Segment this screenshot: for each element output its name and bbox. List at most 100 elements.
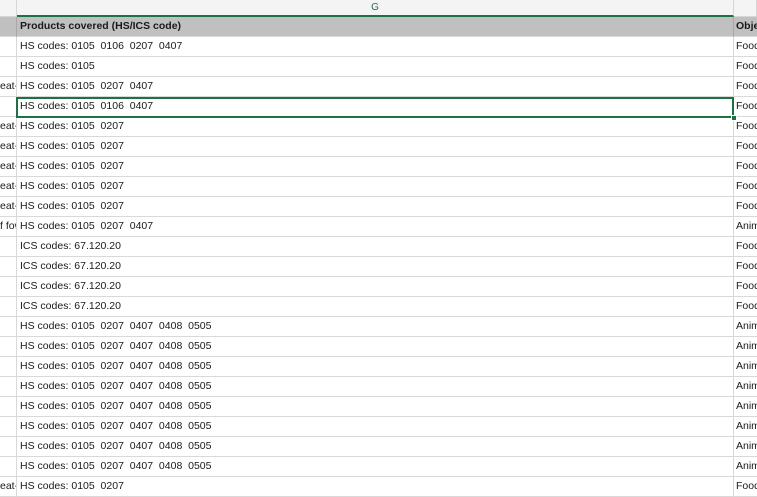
cell-products-covered[interactable]: HS codes: 0105 0207 0407 0408 0505 [17, 457, 734, 477]
cell-left-truncated[interactable] [0, 297, 17, 317]
cell-products-covered[interactable]: ICS codes: 67.120.20 [17, 257, 734, 277]
cell-products-covered[interactable]: HS codes: 0105 0207 0407 [17, 77, 734, 97]
cell-left-truncated[interactable]: f fow [0, 217, 17, 237]
cell-objective[interactable]: Anim [734, 417, 757, 437]
cell-objective[interactable]: Food [734, 37, 757, 57]
cell-products-covered[interactable]: HS codes: 0105 0207 0407 0408 0505 [17, 357, 734, 377]
cell-objective[interactable]: Food [734, 57, 757, 77]
cell-products-covered[interactable]: HS codes: 0105 0207 0407 0408 0505 [17, 437, 734, 457]
column-header-previous[interactable] [0, 0, 17, 17]
cell-products-covered[interactable]: HS codes: 0105 0207 0407 0408 0505 [17, 417, 734, 437]
cell-objective[interactable]: Food [734, 157, 757, 177]
cell-objective[interactable]: Anim [734, 457, 757, 477]
cell-products-covered[interactable]: HS codes: 0105 0207 0407 [17, 217, 734, 237]
cell-left-truncated[interactable] [0, 417, 17, 437]
cell-left-truncated[interactable] [0, 437, 17, 457]
table-row: HS codes: 0105Food [0, 57, 757, 77]
cell-products-covered[interactable]: HS codes: 0105 0207 0407 0408 0505 [17, 337, 734, 357]
cell-objective[interactable]: Anim [734, 437, 757, 457]
table-row: ICS codes: 67.120.20Food [0, 297, 757, 317]
cell-products-covered[interactable]: HS codes: 0105 0207 [17, 117, 734, 137]
cell-products-covered[interactable]: HS codes: 0105 0106 0407 [17, 97, 734, 117]
cell-objective[interactable]: Anim [734, 397, 757, 417]
column-header-next[interactable] [734, 0, 757, 17]
cell-objective[interactable]: Food [734, 277, 757, 297]
table-row: eat-tyHS codes: 0105 0207 0407Food [0, 77, 757, 97]
cell-objective[interactable]: Anim [734, 377, 757, 397]
cell-objective[interactable]: Anim [734, 337, 757, 357]
cell-left-truncated[interactable] [0, 257, 17, 277]
cell-left-truncated[interactable]: eat-ty [0, 117, 17, 137]
cell-products-covered[interactable]: ICS codes: 67.120.20 [17, 237, 734, 257]
header-cell-left[interactable] [0, 17, 17, 37]
table-row: eat-tyHS codes: 0105 0207Food [0, 177, 757, 197]
cell-left-truncated[interactable] [0, 457, 17, 477]
cell-objective[interactable]: Anim [734, 317, 757, 337]
cell-left-truncated[interactable] [0, 337, 17, 357]
cell-left-truncated[interactable] [0, 57, 17, 77]
cell-left-truncated[interactable] [0, 397, 17, 417]
table-row: ICS codes: 67.120.20Food [0, 257, 757, 277]
table-row: HS codes: 0105 0207 0407 0408 0505 Anim [0, 417, 757, 437]
cell-left-truncated[interactable] [0, 317, 17, 337]
cell-left-truncated[interactable] [0, 37, 17, 57]
cell-objective[interactable]: Food [734, 137, 757, 157]
table-row: HS codes: 0105 0207 0407 0408 0505 Anim [0, 337, 757, 357]
table-row: eat-tyHS codes: 0105 0207Food [0, 137, 757, 157]
cell-objective[interactable]: Food [734, 77, 757, 97]
cell-products-covered[interactable]: HS codes: 0105 [17, 57, 734, 77]
table-row: HS codes: 0105 0207 0407 0408 0505 Anim [0, 357, 757, 377]
cell-products-covered[interactable]: HS codes: 0105 0207 0407 0408 0505 [17, 377, 734, 397]
cell-products-covered[interactable]: HS codes: 0105 0106 0207 0407 [17, 37, 734, 57]
cell-left-truncated[interactable] [0, 377, 17, 397]
fill-handle[interactable] [731, 115, 737, 121]
cell-products-covered[interactable]: ICS codes: 67.120.20 [17, 297, 734, 317]
table-row: HS codes: 0105 0207 0407 0408 0505 Anim [0, 377, 757, 397]
cell-objective[interactable]: Food [734, 177, 757, 197]
cell-products-covered[interactable]: HS codes: 0105 0207 [17, 177, 734, 197]
cell-objective[interactable]: Food [734, 297, 757, 317]
cell-products-covered[interactable]: ICS codes: 67.120.20 [17, 277, 734, 297]
cell-objective[interactable]: Food [734, 97, 757, 117]
cell-objective[interactable]: Food [734, 237, 757, 257]
table-row: f fowHS codes: 0105 0207 0407Anim [0, 217, 757, 237]
cell-objective[interactable]: Anim [734, 217, 757, 237]
cell-products-covered[interactable]: HS codes: 0105 0207 0407 0408 0505 [17, 317, 734, 337]
cell-left-truncated[interactable]: eat-ty [0, 197, 17, 217]
table-row: eat-tyHS codes: 0105 0207Food [0, 197, 757, 217]
cell-objective[interactable]: Anim [734, 357, 757, 377]
cell-objective[interactable]: Food [734, 117, 757, 137]
cell-left-truncated[interactable]: eat-ty [0, 137, 17, 157]
column-header-g[interactable]: G [17, 0, 734, 17]
cell-left-truncated[interactable] [0, 357, 17, 377]
cell-left-truncated[interactable] [0, 237, 17, 257]
cell-objective[interactable]: Food [734, 197, 757, 217]
cell-left-truncated[interactable] [0, 277, 17, 297]
table-row: eat-tyHS codes: 0105 0207Food [0, 477, 757, 497]
table-row: HS codes: 0105 0207 0407 0408 0505 Anim [0, 457, 757, 477]
cell-products-covered[interactable]: HS codes: 0105 0207 [17, 157, 734, 177]
cell-products-covered[interactable]: HS codes: 0105 0207 0407 0408 0505 [17, 397, 734, 417]
table-row: ICS codes: 67.120.20Food [0, 277, 757, 297]
cell-left-truncated[interactable] [0, 97, 17, 117]
table-row: HS codes: 0105 0106 0207 0407Food [0, 37, 757, 57]
column-header-bar: G [0, 0, 757, 17]
table-row: eat-tyHS codes: 0105 0207Food [0, 157, 757, 177]
cell-products-covered[interactable]: HS codes: 0105 0207 [17, 477, 734, 497]
table-row: eat-tyHS codes: 0105 0207Food [0, 117, 757, 137]
table-row: ICS codes: 67.120.20Food [0, 237, 757, 257]
cell-left-truncated[interactable]: eat-ty [0, 477, 17, 497]
cell-products-covered[interactable]: HS codes: 0105 0207 [17, 137, 734, 157]
table-row: HS codes: 0105 0207 0407 0408 0505 Anim [0, 397, 757, 417]
cell-left-truncated[interactable]: eat-ty [0, 177, 17, 197]
table-row: HS codes: 0105 0207 0407 0408 0505 Anim [0, 437, 757, 457]
cell-objective[interactable]: Food [734, 477, 757, 497]
cell-left-truncated[interactable]: eat-ty [0, 77, 17, 97]
cell-objective[interactable]: Food [734, 257, 757, 277]
cell-left-truncated[interactable]: eat-ty [0, 157, 17, 177]
header-cell-products-covered[interactable]: Products covered (HS/ICS code) [17, 17, 734, 37]
table-row: HS codes: 0105 0106 0407Food [0, 97, 757, 117]
table-row: HS codes: 0105 0207 0407 0408 0505 Anim [0, 317, 757, 337]
cell-products-covered[interactable]: HS codes: 0105 0207 [17, 197, 734, 217]
header-cell-objective[interactable]: Obje [734, 17, 757, 37]
